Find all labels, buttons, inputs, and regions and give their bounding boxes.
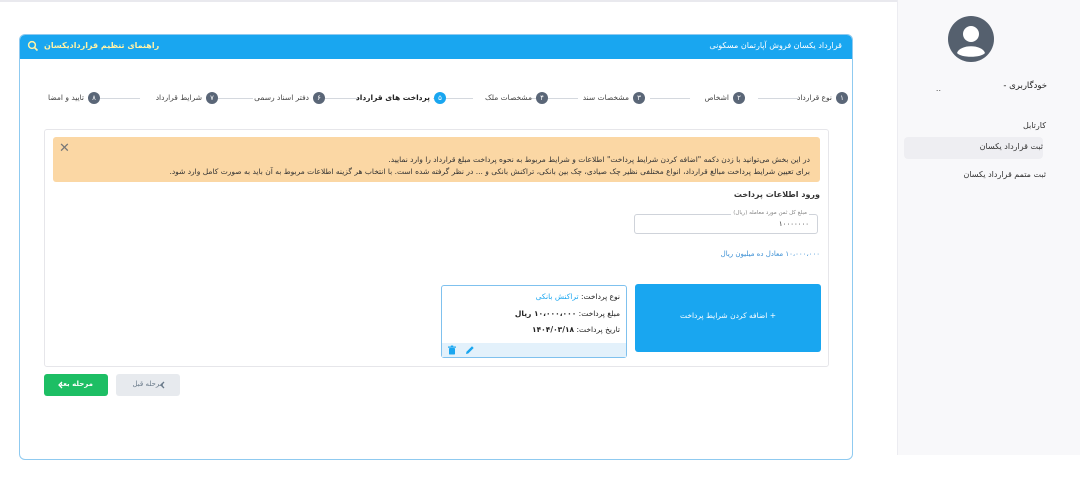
chevron-left-icon	[58, 381, 63, 389]
step-document-details[interactable]: ۳ مشخصات سند	[575, 92, 645, 106]
alert-text-line-2: برای تعیین شرایط پرداخت مبالغ قرارداد، ا…	[169, 167, 810, 176]
page-title: قرارداد یکسان فروش آپارتمان مسکونی	[709, 41, 842, 50]
add-payment-terms-button[interactable]: + اضافه کردن شرایط پرداخت	[635, 284, 821, 352]
amount-in-words: ۱۰،۰۰۰،۰۰۰ معادل ده میلیون ریال	[720, 250, 820, 258]
sidebar-item-inbox[interactable]: کارتابل	[1023, 121, 1046, 130]
user-avatar-icon	[948, 16, 994, 62]
step-confirm-sign[interactable]: ۸ تایید و امضا	[40, 92, 100, 106]
search-icon[interactable]	[27, 40, 39, 52]
contract-card: قرارداد یکسان فروش آپارتمان مسکونی راهنم…	[19, 34, 853, 460]
step-notary-office[interactable]: ۶ دفتر اسناد رسمی	[250, 92, 325, 106]
total-amount-legend: مبلغ کل ثمن مورد معامله (ریال)	[731, 210, 809, 216]
total-amount-field[interactable]: مبلغ کل ثمن مورد معامله (ریال) ۱۰۰۰۰۰۰۰	[634, 210, 818, 234]
user-name[interactable]: خودگاربری -	[1003, 81, 1047, 91]
payment-item-card: نوع پرداخت: تراکنش بانکی مبلغ پرداخت: ۱۰…	[441, 285, 627, 358]
payment-date-row: تاریخ پرداخت: ۱۴۰۴/۰۳/۱۸	[532, 325, 620, 334]
payment-card-actions	[442, 343, 626, 357]
stepper: ۱ نوع قرارداد ۲ اشخاص ۳ مشخصات سند ۴ مشخ…	[40, 90, 848, 106]
step-contract-terms[interactable]: ۷ شرایط قرارداد	[140, 92, 218, 106]
info-alert: ✕ در این بخش می‌توانید با زدن دکمه "اضاف…	[53, 137, 820, 182]
step-property-details[interactable]: ۴ مشخصات ملک	[470, 92, 548, 106]
step-connector	[100, 98, 140, 99]
payment-section: ✕ در این بخش می‌توانید با زدن دکمه "اضاف…	[44, 129, 829, 367]
alert-text-line-1: در این بخش می‌توانید با زدن دکمه "اضافه …	[388, 155, 810, 164]
user-name-dots: ..	[935, 84, 941, 93]
step-contract-type[interactable]: ۱ نوع قرارداد	[790, 92, 848, 106]
payment-type-row: نوع پرداخت: تراکنش بانکی	[535, 292, 620, 301]
previous-step-button[interactable]: مرحله قبل	[116, 374, 180, 396]
step-connector	[650, 98, 690, 99]
payment-section-title: ورود اطلاعات پرداخت	[733, 190, 820, 199]
step-connector	[320, 98, 360, 99]
card-header: قرارداد یکسان فروش آپارتمان مسکونی راهنم…	[20, 35, 852, 59]
trash-icon[interactable]	[447, 345, 457, 355]
chevron-left-icon	[160, 381, 165, 389]
next-step-button[interactable]: مرحله بعد	[44, 374, 108, 396]
step-persons[interactable]: ۲ اشخاص	[685, 92, 745, 106]
payment-amount-row: مبلغ پرداخت: ۱۰،۰۰۰،۰۰۰ ریال	[514, 309, 620, 318]
total-amount-value: ۱۰۰۰۰۰۰۰	[778, 220, 809, 228]
close-icon[interactable]: ✕	[59, 141, 70, 156]
step-connector	[213, 98, 253, 99]
sidebar-item-register-contract[interactable]: ثبت قرارداد یکسان	[904, 137, 1043, 159]
edit-pencil-icon[interactable]	[465, 345, 475, 355]
sidebar-item-register-amendment[interactable]: ثبت متمم قرارداد یکسان	[963, 170, 1046, 179]
step-contract-payments[interactable]: ۵ پرداخت های قرارداد	[356, 92, 446, 106]
guide-link[interactable]: راهنمای تنظیم قراردادیکسان	[44, 41, 159, 50]
top-divider	[0, 0, 1048, 2]
sidebar: خودگاربری - .. کارتابل ثبت قرارداد یکسان…	[897, 0, 1080, 455]
